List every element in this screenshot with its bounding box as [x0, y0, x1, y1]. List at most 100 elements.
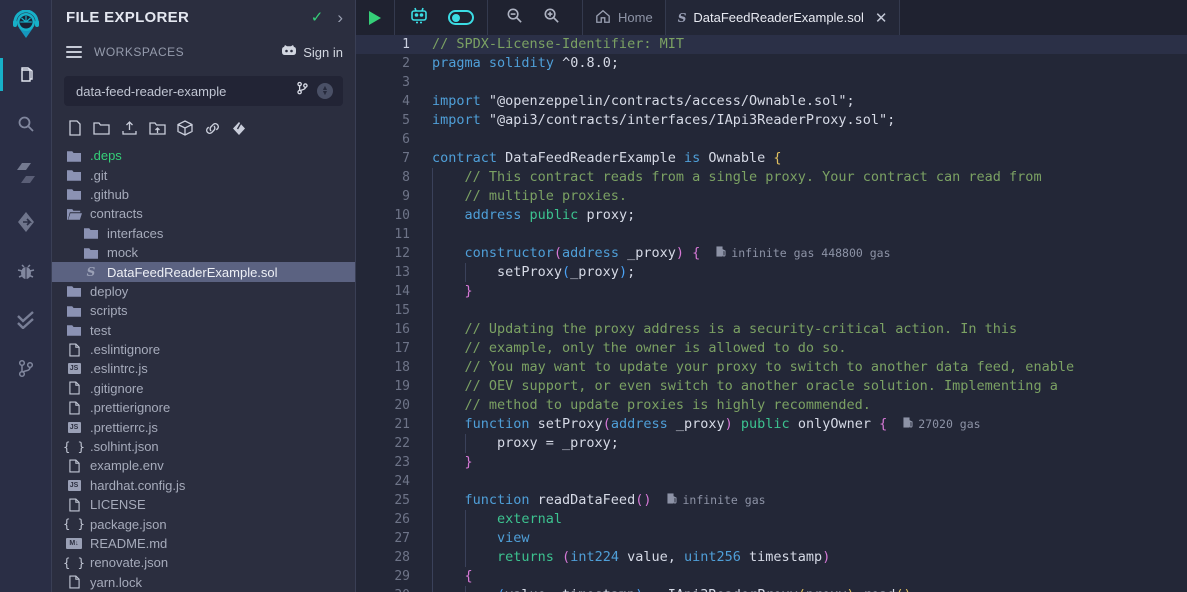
tree-item-package-json[interactable]: { }package.json: [52, 514, 355, 533]
sidebar-item-deploy-run[interactable]: [0, 197, 52, 246]
robot-icon: [408, 5, 430, 30]
tree-item-readme-md[interactable]: M↓README.md: [52, 534, 355, 553]
editor-tabbar: Home S DataFeedReaderExample.sol ✕: [356, 0, 1187, 35]
line-number: 11: [356, 225, 432, 244]
line-number: 23: [356, 453, 432, 472]
tree-item-datafeedreaderexample-sol[interactable]: SDataFeedReaderExample.sol: [52, 262, 355, 281]
workspaces-label: WORKSPACES: [94, 45, 281, 59]
gas-estimate: infinite gas 448800 gas: [716, 244, 890, 263]
tree-item-renovate-json[interactable]: { }renovate.json: [52, 553, 355, 572]
tree-item-hardhat-config-js[interactable]: JShardhat.config.js: [52, 476, 355, 495]
collapse-chevron-icon[interactable]: ›: [337, 9, 343, 26]
tree-item-mock[interactable]: mock: [52, 243, 355, 262]
tree-item-license[interactable]: LICENSE: [52, 495, 355, 514]
editor-area: Home S DataFeedReaderExample.sol ✕ 1// S…: [356, 0, 1187, 592]
double-check-icon: [15, 311, 37, 329]
json-icon: { }: [66, 556, 82, 570]
ipfs-cube-icon[interactable]: [177, 120, 193, 136]
link-icon[interactable]: [204, 121, 221, 136]
code-line-13: 13setProxy(_proxy);: [356, 263, 1187, 282]
tree-item--solhint-json[interactable]: { }.solhint.json: [52, 437, 355, 456]
workspace-menu-icon[interactable]: [66, 43, 82, 61]
zoom-in-icon: [542, 6, 561, 30]
code-line-16: 16// Updating the proxy address is a sec…: [356, 320, 1187, 339]
tree-item-example-env[interactable]: example.env: [52, 456, 355, 475]
json-icon: { }: [66, 517, 82, 531]
create-file-icon[interactable]: [68, 120, 82, 136]
upload-folder-icon[interactable]: [149, 121, 166, 136]
fuel-pump-icon: [903, 415, 913, 434]
tree-item--git[interactable]: .git: [52, 165, 355, 184]
js-icon: JS: [66, 363, 82, 374]
confirm-check-icon[interactable]: ✓: [311, 8, 324, 26]
tree-item--github[interactable]: .github: [52, 185, 355, 204]
tab-datafeedreaderexample-sol[interactable]: S DataFeedReaderExample.sol ✕: [666, 0, 901, 35]
tree-item-deploy[interactable]: deploy: [52, 282, 355, 301]
zoom-out-button[interactable]: [496, 0, 533, 35]
panel-title: FILE EXPLORER: [66, 9, 311, 26]
line-number: 1: [356, 35, 432, 54]
js-icon: JS: [66, 480, 82, 491]
workspace-dropdown-icon[interactable]: ▲▼: [317, 83, 333, 99]
solidity-import-icon[interactable]: [232, 121, 246, 136]
create-folder-icon[interactable]: [93, 121, 110, 136]
tree-item-contracts[interactable]: contracts: [52, 204, 355, 223]
line-number: 30: [356, 586, 432, 592]
tree-item-label: contracts: [90, 206, 143, 221]
line-number: 5: [356, 111, 432, 130]
file-icon: [66, 459, 82, 473]
tree-item--deps[interactable]: .deps: [52, 146, 355, 165]
line-number: 22: [356, 434, 432, 453]
remix-logo-icon[interactable]: [0, 0, 52, 50]
code-text: [432, 225, 465, 244]
code-line-6: 6: [356, 130, 1187, 149]
zoom-out-icon: [505, 6, 524, 30]
code-line-9: 9// multiple proxies.: [356, 187, 1187, 206]
code-text: function setProxy(address _proxy) public…: [432, 415, 981, 434]
workspace-select[interactable]: data-feed-reader-example ▲▼: [64, 76, 343, 106]
close-tab-icon[interactable]: ✕: [875, 9, 888, 27]
code-line-26: 26external: [356, 510, 1187, 529]
sign-in-button[interactable]: Sign in: [281, 44, 343, 61]
sidebar-item-git[interactable]: [0, 344, 52, 393]
remix-ide-window: FILE EXPLORER ✓ › WORKSPACES Sign in dat…: [0, 0, 1187, 592]
gas-estimate: infinite gas: [667, 491, 765, 510]
code-line-19: 19// OEV support, or even switch to anot…: [356, 377, 1187, 396]
copilot-toggle[interactable]: [439, 10, 483, 25]
zoom-in-button[interactable]: [533, 0, 570, 35]
code-line-20: 20// method to update proxies is highly …: [356, 396, 1187, 415]
line-number: 13: [356, 263, 432, 282]
code-line-12: 12constructor(address _proxy) {infinite …: [356, 244, 1187, 263]
sidebar-item-solidity-compiler[interactable]: [0, 148, 52, 197]
code-text: [432, 301, 465, 320]
tree-item-yarn-lock[interactable]: yarn.lock: [52, 573, 355, 592]
file-icon: [66, 381, 82, 395]
sidebar-item-unit-testing[interactable]: [0, 295, 52, 344]
tree-item--gitignore[interactable]: .gitignore: [52, 379, 355, 398]
tree-item-scripts[interactable]: scripts: [52, 301, 355, 320]
code-text: [432, 472, 465, 491]
tree-item-test[interactable]: test: [52, 321, 355, 340]
tab-home[interactable]: Home: [582, 0, 666, 35]
tree-item--prettierignore[interactable]: .prettierignore: [52, 398, 355, 417]
sidebar-item-debugger[interactable]: [0, 246, 52, 295]
code-editor[interactable]: 1// SPDX-License-Identifier: MIT2pragma …: [356, 35, 1187, 592]
sidebar-item-search[interactable]: [0, 99, 52, 148]
ai-copilot-button[interactable]: [399, 5, 439, 30]
code-text: // method to update proxies is highly re…: [432, 396, 871, 415]
line-number: 28: [356, 548, 432, 567]
code-line-10: 10address public proxy;: [356, 206, 1187, 225]
tree-item--eslintignore[interactable]: .eslintignore: [52, 340, 355, 359]
code-line-27: 27view: [356, 529, 1187, 548]
tree-item-interfaces[interactable]: interfaces: [52, 224, 355, 243]
run-script-button[interactable]: [360, 11, 390, 25]
tree-item--eslintrc-js[interactable]: JS.eslintrc.js: [52, 359, 355, 378]
line-number: 2: [356, 54, 432, 73]
line-number: 3: [356, 73, 432, 92]
code-text: address public proxy;: [432, 206, 635, 225]
sidebar-item-file-explorer[interactable]: [0, 50, 52, 99]
tree-item--prettierrc-js[interactable]: JS.prettierrc.js: [52, 417, 355, 436]
code-line-29: 29{: [356, 567, 1187, 586]
upload-file-icon[interactable]: [121, 120, 138, 136]
code-line-3: 3: [356, 73, 1187, 92]
